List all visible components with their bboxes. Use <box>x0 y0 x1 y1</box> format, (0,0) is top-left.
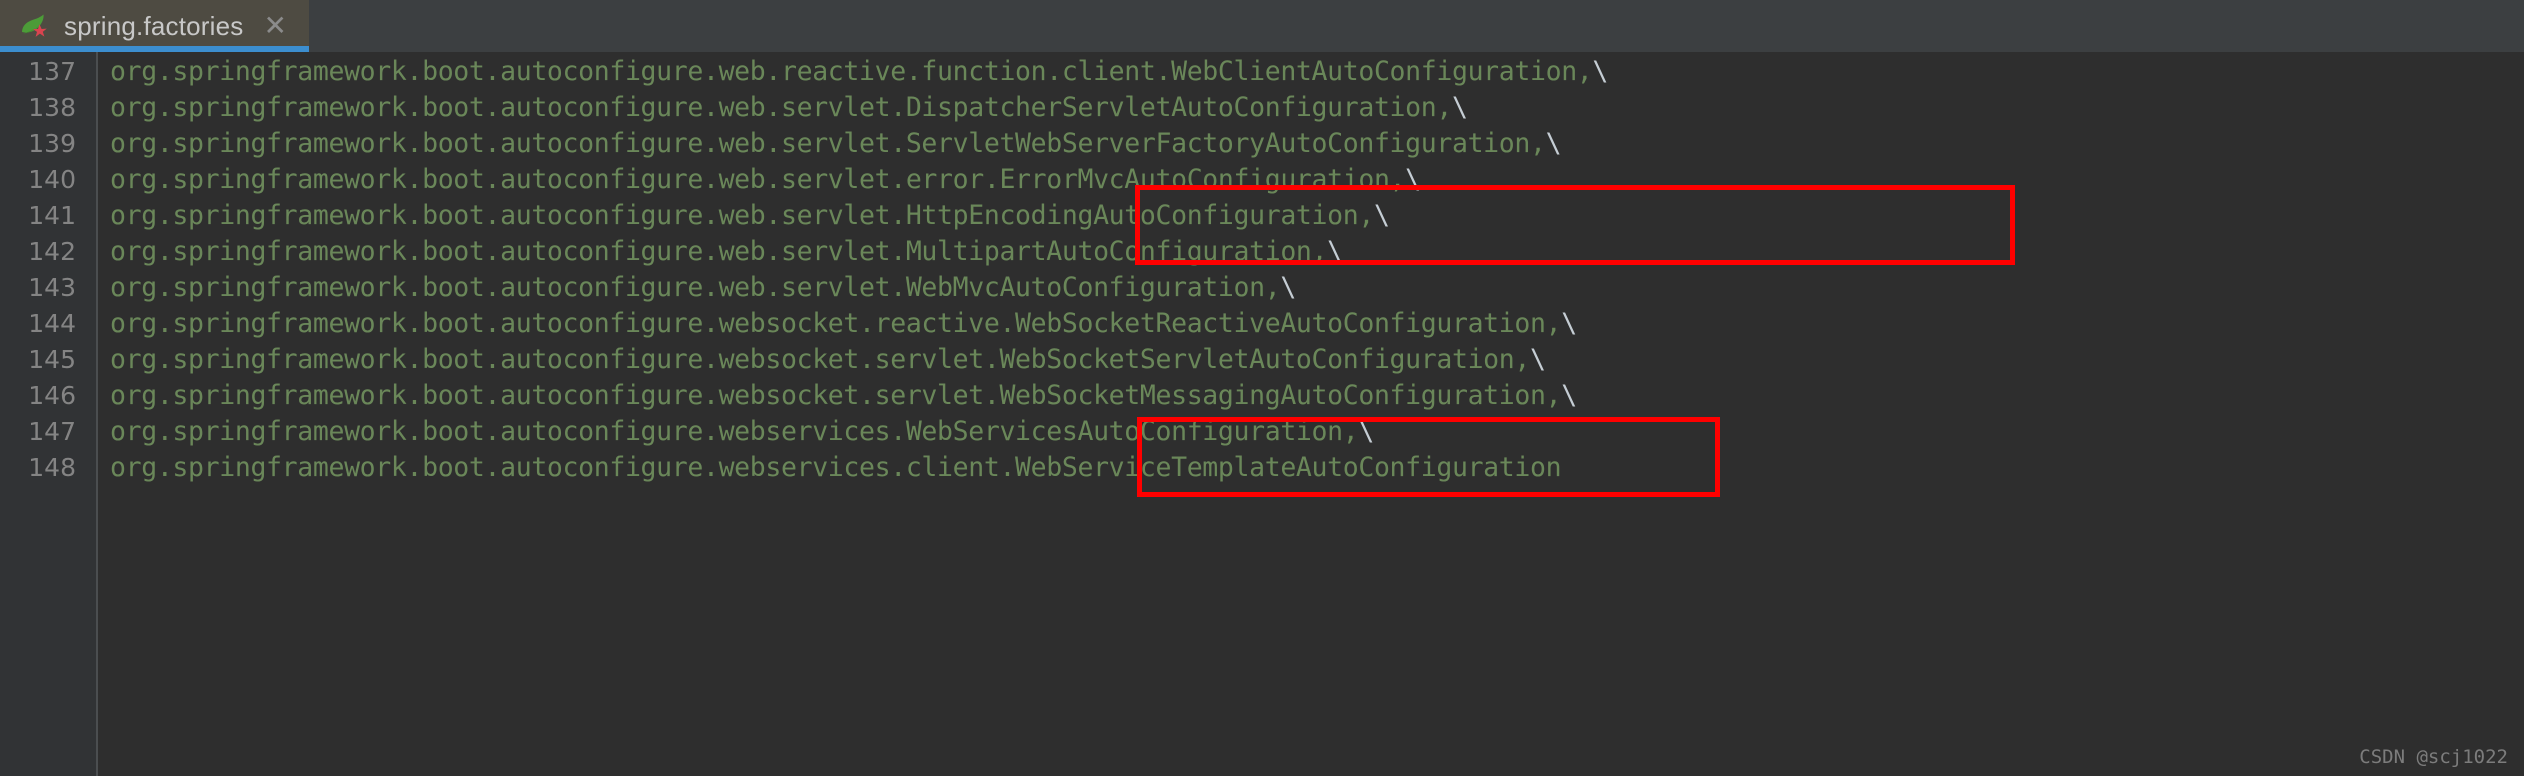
code-text-main: org.springframework.boot.autoconfigure.w… <box>110 272 1281 303</box>
code-text: org.springframework.boot.autoconfigure.w… <box>110 342 1546 378</box>
line-continuation-backslash: \ <box>1561 308 1577 339</box>
line-continuation-backslash: \ <box>1327 236 1343 267</box>
code-editor[interactable]: 137 org.springframework.boot.autoconfigur… <box>0 52 2524 776</box>
code-text-main: org.springframework.boot.autoconfigure.w… <box>110 344 1530 375</box>
code-text: org.springframework.boot.autoconfigure.w… <box>110 162 1421 198</box>
line-number: 142 <box>28 237 76 266</box>
editor-tab-bar: spring.factories ✕ <box>0 0 2524 52</box>
tab-label: spring.factories <box>64 10 244 41</box>
editor-window: spring.factories ✕ 137 org.springframewor… <box>0 0 2524 776</box>
code-line: 141 org.springframework.boot.autoconfigur… <box>0 198 2524 234</box>
line-continuation-backslash: \ <box>1530 344 1546 375</box>
code-line: 143 org.springframework.boot.autoconfigur… <box>0 270 2524 306</box>
code-text-main: org.springframework.boot.autoconfigure.w… <box>110 56 1593 87</box>
line-number: 145 <box>28 345 76 374</box>
line-continuation-backslash: \ <box>1405 164 1421 195</box>
line-number: 146 <box>28 381 76 410</box>
code-text-main: org.springframework.boot.autoconfigure.w… <box>110 164 1406 195</box>
code-line: 139 org.springframework.boot.autoconfigur… <box>0 126 2524 162</box>
code-line: 147 org.springframework.boot.autoconfigur… <box>0 414 2524 450</box>
code-line: 145 org.springframework.boot.autoconfigur… <box>0 342 2524 378</box>
code-text: org.springframework.boot.autoconfigure.w… <box>110 234 1343 270</box>
line-continuation-backslash: \ <box>1358 416 1374 447</box>
code-text-main: org.springframework.boot.autoconfigure.w… <box>110 416 1359 447</box>
line-number: 144 <box>28 309 76 338</box>
line-number: 140 <box>28 165 76 194</box>
line-continuation-backslash: \ <box>1451 92 1468 123</box>
line-continuation-backslash: \ <box>1280 272 1296 303</box>
code-text: org.springframework.boot.autoconfigure.w… <box>110 270 1296 306</box>
spring-leaf-icon <box>20 11 50 41</box>
line-number: 141 <box>28 201 76 230</box>
line-continuation-backslash: \ <box>1373 200 1390 231</box>
code-line: 144 org.springframework.boot.autoconfigur… <box>0 306 2524 342</box>
code-text: org.springframework.boot.autoconfigure.w… <box>110 378 1577 414</box>
line-continuation-backslash: \ <box>1592 56 1609 87</box>
line-number: 138 <box>28 93 76 122</box>
line-number: 143 <box>28 273 76 302</box>
watermark: CSDN @scj1022 <box>2359 746 2508 768</box>
code-text: org.springframework.boot.autoconfigure.w… <box>110 90 1468 126</box>
code-text-main: org.springframework.boot.autoconfigure.w… <box>110 380 1562 411</box>
code-text: org.springframework.boot.autoconfigure.w… <box>110 414 1374 450</box>
code-text: org.springframework.boot.autoconfigure.w… <box>110 54 1608 90</box>
code-line: 142 org.springframework.boot.autoconfigur… <box>0 234 2524 270</box>
code-text-main: org.springframework.boot.autoconfigure.w… <box>110 308 1562 339</box>
code-text: org.springframework.boot.autoconfigure.w… <box>110 450 1562 486</box>
code-text: org.springframework.boot.autoconfigure.w… <box>110 198 1390 234</box>
code-text: org.springframework.boot.autoconfigure.w… <box>110 306 1577 342</box>
code-text: org.springframework.boot.autoconfigure.w… <box>110 126 1562 162</box>
code-line: 137 org.springframework.boot.autoconfigur… <box>0 54 2524 90</box>
close-icon[interactable]: ✕ <box>264 12 287 40</box>
code-text-main: org.springframework.boot.autoconfigure.w… <box>110 200 1374 231</box>
line-number: 137 <box>28 57 76 86</box>
code-line: 138 org.springframework.boot.autoconfigur… <box>0 90 2524 126</box>
line-continuation-backslash: \ <box>1561 380 1577 411</box>
code-text-main: org.springframework.boot.autoconfigure.w… <box>110 452 1562 483</box>
line-continuation-backslash: \ <box>1545 128 1562 159</box>
code-text-main: org.springframework.boot.autoconfigure.w… <box>110 236 1328 267</box>
code-text-main: org.springframework.boot.autoconfigure.w… <box>110 92 1452 123</box>
line-number: 148 <box>28 453 76 482</box>
tab-spring-factories[interactable]: spring.factories ✕ <box>0 0 309 52</box>
line-number: 139 <box>28 129 76 158</box>
code-line: 140 org.springframework.boot.autoconfigur… <box>0 162 2524 198</box>
code-text-main: org.springframework.boot.autoconfigure.w… <box>110 128 1546 159</box>
code-line: 148 org.springframework.boot.autoconfigur… <box>0 450 2524 486</box>
code-line: 146 org.springframework.boot.autoconfigur… <box>0 378 2524 414</box>
line-number: 147 <box>28 417 76 446</box>
